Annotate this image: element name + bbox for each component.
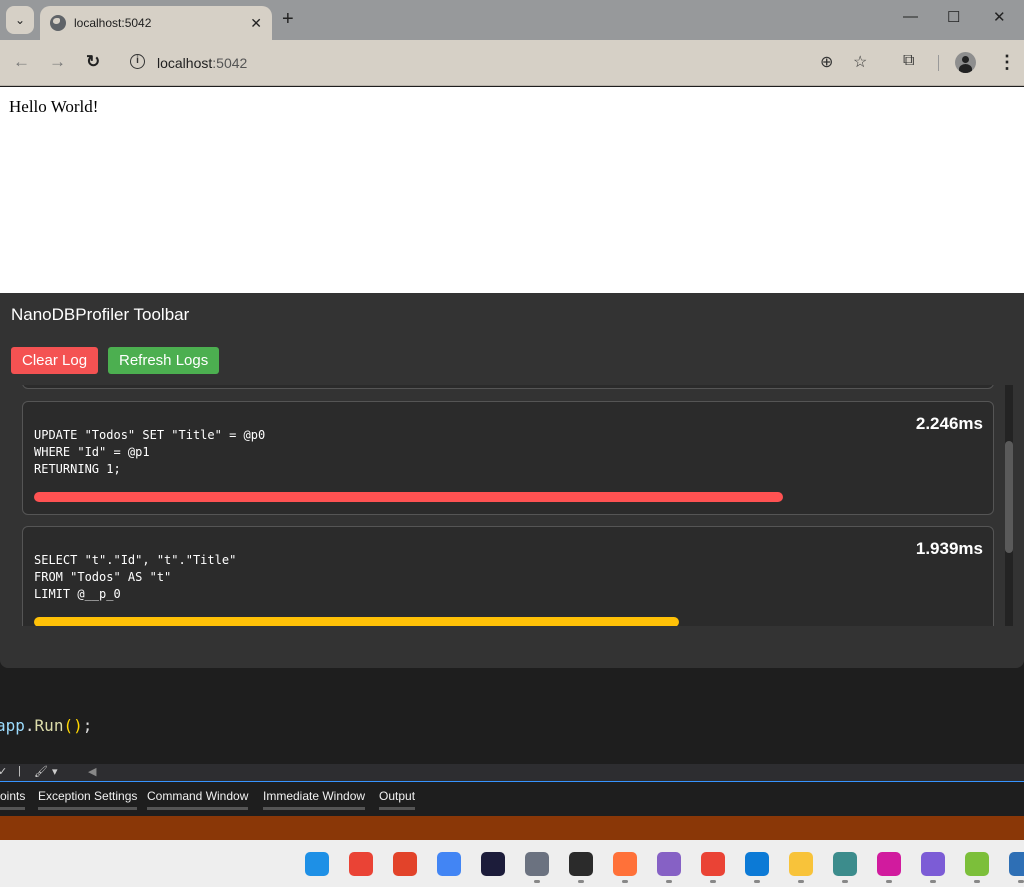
code-identifier: app bbox=[0, 716, 25, 735]
puzzle-icon[interactable]: ⧉ bbox=[903, 52, 914, 70]
visual-studio-preview-icon[interactable] bbox=[657, 852, 681, 876]
running-indicator bbox=[666, 880, 672, 883]
toolbar-divider bbox=[938, 55, 939, 71]
minimize-icon[interactable]: — bbox=[903, 8, 918, 25]
browser-tab-active[interactable]: localhost:5042 ✕ bbox=[40, 6, 272, 40]
browser-tab-strip: ⌄ localhost:5042 ✕ + — ☐ ✕ bbox=[0, 0, 1024, 40]
browser-toolbar: ← → ↻ i localhost:5042 ⊕ ☆ ⧉ ⋮ bbox=[0, 40, 1024, 86]
running-indicator bbox=[886, 880, 892, 883]
firefox-icon[interactable] bbox=[613, 852, 637, 876]
log-sql: UPDATE "Todos" SET "Title" = @p0 WHERE "… bbox=[34, 428, 266, 476]
settings-icon[interactable] bbox=[525, 852, 549, 876]
scroll-left-icon[interactable]: ◀ bbox=[88, 765, 96, 778]
page-heading: Hello World! bbox=[9, 97, 99, 116]
new-tab-button[interactable]: + bbox=[282, 8, 294, 31]
maximize-icon[interactable]: ☐ bbox=[947, 8, 960, 26]
windows-start-icon[interactable] bbox=[305, 852, 329, 876]
refresh-logs-button[interactable]: Refresh Logs bbox=[108, 347, 220, 374]
back-icon[interactable]: ← bbox=[13, 52, 30, 72]
code-line[interactable]: app.Run(); bbox=[0, 716, 92, 735]
dotpeek-icon[interactable] bbox=[877, 852, 901, 876]
chevron-down-icon: ⌄ bbox=[14, 13, 26, 27]
code-parens: () bbox=[63, 716, 83, 735]
duration-bar-track bbox=[34, 492, 982, 502]
log-sql: SELECT "t"."Id", "t"."Title" FROM "Todos… bbox=[34, 553, 237, 601]
windows-taskbar bbox=[0, 840, 1024, 887]
running-indicator bbox=[974, 880, 980, 883]
ide-status-bar bbox=[0, 816, 1024, 840]
ide-window: app.Run(); ✓ | 🖌 ▾ ◀ oints Exception Set… bbox=[0, 668, 1024, 840]
kebab-menu-icon[interactable]: ⋮ bbox=[998, 52, 1016, 73]
terminal-icon[interactable] bbox=[569, 852, 593, 876]
tab-close-icon[interactable]: ✕ bbox=[250, 15, 262, 32]
running-indicator bbox=[842, 880, 848, 883]
duration-bar-track bbox=[34, 617, 982, 626]
dbeaver-icon[interactable] bbox=[833, 852, 857, 876]
profiler-toolbar-panel: NanoDBProfiler Toolbar Clear Log Refresh… bbox=[0, 293, 1024, 668]
running-indicator bbox=[622, 880, 628, 883]
running-indicator bbox=[798, 880, 804, 883]
log-entry-partial bbox=[22, 385, 994, 389]
globe-icon bbox=[50, 15, 66, 31]
running-indicator bbox=[930, 880, 936, 883]
log-list[interactable]: 2.246ms UPDATE "Todos" SET "Title" = @p0… bbox=[0, 385, 1014, 626]
url-port: :5042 bbox=[212, 55, 248, 71]
duration-bar bbox=[34, 617, 679, 626]
obsidian-icon[interactable] bbox=[921, 852, 945, 876]
code-dot: . bbox=[24, 716, 35, 735]
site-info-icon[interactable]: i bbox=[130, 54, 145, 69]
tab-title: localhost:5042 bbox=[74, 16, 152, 30]
log-scrollbar[interactable] bbox=[1005, 385, 1013, 626]
running-indicator bbox=[1018, 880, 1024, 883]
ide-panel-toolbar: ✓ | 🖌 ▾ ◀ bbox=[0, 764, 1024, 782]
reload-icon[interactable]: ↻ bbox=[86, 52, 100, 72]
app-bolt-icon[interactable] bbox=[481, 852, 505, 876]
tab-command-window[interactable]: Command Window bbox=[147, 789, 249, 810]
url-host: localhost bbox=[157, 55, 213, 71]
address-bar-url[interactable]: localhost:5042 bbox=[157, 55, 247, 71]
tab-output[interactable]: Output bbox=[379, 789, 416, 810]
code-semicolon: ; bbox=[82, 716, 93, 735]
google-calendar-icon[interactable] bbox=[437, 852, 461, 876]
log-scrollbar-thumb[interactable] bbox=[1005, 441, 1013, 553]
running-indicator bbox=[534, 880, 540, 883]
ide-tool-tabs: oints Exception Settings Command Window … bbox=[0, 783, 1024, 815]
close-window-icon[interactable]: ✕ bbox=[993, 8, 1006, 26]
remote-desktop-icon[interactable] bbox=[1009, 852, 1024, 876]
tab-immediate-window[interactable]: Immediate Window bbox=[263, 789, 366, 810]
log-entry: 2.246ms UPDATE "Todos" SET "Title" = @p0… bbox=[22, 401, 994, 515]
tab-exception-settings[interactable]: Exception Settings bbox=[38, 789, 138, 810]
chrome-canary-icon[interactable] bbox=[701, 852, 725, 876]
running-indicator bbox=[754, 880, 760, 883]
zoom-icon[interactable]: ⊕ bbox=[820, 52, 833, 72]
brush-icon[interactable]: 🖌 bbox=[34, 765, 48, 778]
tab-breakpoints[interactable]: oints bbox=[0, 789, 26, 810]
duration-bar bbox=[34, 492, 783, 502]
avatar-icon[interactable] bbox=[955, 52, 976, 73]
forward-icon[interactable]: → bbox=[49, 52, 66, 72]
log-duration: 2.246ms bbox=[915, 414, 983, 433]
code-method: Run bbox=[34, 716, 64, 735]
running-indicator bbox=[710, 880, 716, 883]
file-explorer-icon[interactable] bbox=[789, 852, 813, 876]
screen: ⌄ localhost:5042 ✕ + — ☐ ✕ ← → ↻ i local… bbox=[0, 0, 1024, 887]
dropdown-arrow-icon[interactable]: ▾ bbox=[52, 765, 58, 778]
edge-icon[interactable] bbox=[745, 852, 769, 876]
toolbar-divider: | bbox=[18, 765, 21, 777]
web-page: Hello World! bbox=[0, 87, 1024, 293]
star-icon[interactable]: ☆ bbox=[853, 52, 867, 72]
tab-search-button[interactable]: ⌄ bbox=[6, 6, 34, 34]
log-duration: 1.939ms bbox=[915, 539, 983, 558]
profiler-title: NanoDBProfiler Toolbar bbox=[11, 305, 190, 324]
check-icon[interactable]: ✓ bbox=[0, 765, 7, 778]
gmail-icon[interactable] bbox=[349, 852, 373, 876]
clear-log-button[interactable]: Clear Log bbox=[11, 347, 99, 374]
running-indicator bbox=[578, 880, 584, 883]
log-entry: 1.939ms SELECT "t"."Id", "t"."Title" FRO… bbox=[22, 526, 994, 626]
gitlab-icon[interactable] bbox=[393, 852, 417, 876]
notepad-plus-icon[interactable] bbox=[965, 852, 989, 876]
